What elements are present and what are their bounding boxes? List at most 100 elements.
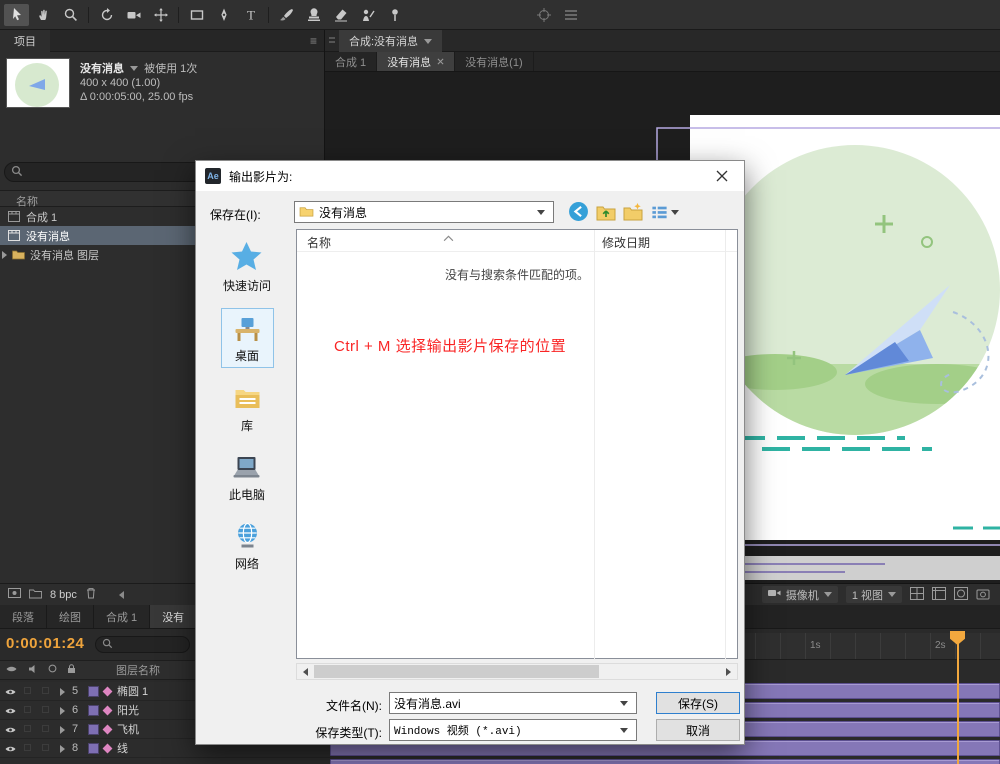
bit-depth-button[interactable]: 8 bpc	[50, 589, 77, 601]
tab-comp1-timeline[interactable]: 合成 1	[94, 605, 150, 628]
place-this-pc[interactable]: 此电脑	[220, 448, 274, 506]
dialog-title-bar[interactable]: Ae 输出影片为:	[196, 161, 744, 191]
place-libraries[interactable]: 库	[222, 379, 273, 437]
tab-paragraph[interactable]: 段落	[0, 605, 47, 628]
pan-behind-tool-icon[interactable]	[148, 4, 173, 26]
shape-tool-icon[interactable]	[184, 4, 209, 26]
scroll-right-arrow[interactable]	[720, 664, 737, 679]
interpret-footage-icon[interactable]	[8, 587, 21, 602]
layer-name-column[interactable]: 图层名称	[116, 662, 160, 678]
mask-icon[interactable]	[954, 587, 968, 603]
layer-label-chip[interactable]	[88, 705, 99, 716]
layer-duration-bar[interactable]	[330, 759, 1000, 764]
layer-name[interactable]: 飞机	[117, 721, 139, 737]
up-one-level-button[interactable]	[596, 202, 616, 224]
hand-tool-icon[interactable]	[31, 4, 56, 26]
rotation-tool-icon[interactable]	[94, 4, 119, 26]
place-quick-access[interactable]: 快速访问	[214, 237, 280, 297]
brush-tool-icon[interactable]	[274, 4, 299, 26]
audio-icon[interactable]	[28, 664, 38, 677]
view-layout-dropdown[interactable]: 1 视图	[846, 586, 902, 603]
pen-tool-icon[interactable]	[211, 4, 236, 26]
solo-icon[interactable]	[48, 664, 57, 676]
new-folder-button[interactable]	[623, 202, 643, 224]
eye-icon[interactable]	[4, 744, 17, 757]
type-tool-icon[interactable]: T	[238, 4, 263, 26]
roto-brush-tool-icon[interactable]	[355, 4, 380, 26]
lock-icon[interactable]	[67, 664, 76, 677]
cancel-button[interactable]: 取消	[656, 719, 740, 741]
eye-icon[interactable]	[4, 725, 17, 738]
eye-icon[interactable]	[5, 664, 18, 677]
column-name-header[interactable]: 名称	[307, 234, 331, 251]
file-type-dropdown[interactable]: Windows 视频 (*.avi)	[389, 719, 637, 741]
expand-arrow-icon[interactable]	[60, 745, 65, 753]
puppet-pin-tool-icon[interactable]	[382, 4, 407, 26]
timeline-search-input[interactable]	[95, 636, 190, 653]
layer-name[interactable]: 椭圆 1	[117, 683, 148, 699]
place-network[interactable]: 网络	[222, 517, 273, 575]
layer-label-chip[interactable]	[88, 686, 99, 697]
audio-toggle[interactable]	[24, 725, 31, 732]
expand-arrow-icon[interactable]	[60, 707, 65, 715]
lock-toggle[interactable]	[42, 744, 49, 751]
viewer-tab-comp1[interactable]: 合成 1	[325, 52, 377, 71]
file-name-input[interactable]: 没有消息.avi	[389, 692, 637, 714]
menu-icon[interactable]	[558, 4, 583, 26]
lock-toggle[interactable]	[42, 706, 49, 713]
file-list[interactable]: 名称 修改日期 没有与搜索条件匹配的项。	[296, 229, 738, 659]
lock-toggle[interactable]	[42, 687, 49, 694]
horizontal-scrollbar[interactable]	[296, 663, 738, 680]
item-usage[interactable]: 被使用 1次	[144, 63, 197, 75]
clone-stamp-tool-icon[interactable]	[301, 4, 326, 26]
layer-label-chip[interactable]	[88, 724, 99, 735]
dropdown-arrow-button[interactable]	[616, 720, 632, 740]
grid-icon[interactable]	[910, 587, 924, 603]
scroll-left-arrow[interactable]	[297, 664, 314, 679]
expand-arrow-icon[interactable]	[60, 726, 65, 734]
dropdown-arrow-button[interactable]	[616, 693, 632, 713]
chevron-down-icon[interactable]	[130, 66, 138, 71]
dropdown-arrow-button[interactable]	[533, 202, 549, 222]
panel-menu-icon[interactable]: ≡	[310, 34, 318, 48]
viewer-tab-active[interactable]: 没有消息	[377, 52, 455, 71]
eye-icon[interactable]	[4, 706, 17, 719]
tab-active-timeline[interactable]: 没有	[150, 605, 197, 628]
current-time-indicator[interactable]	[957, 633, 959, 764]
expand-arrow-icon[interactable]	[60, 688, 65, 696]
save-in-dropdown[interactable]: 没有消息	[294, 201, 554, 223]
current-timecode[interactable]: 0:00:01:24	[6, 635, 84, 652]
layer-label-chip[interactable]	[88, 743, 99, 754]
crosshair-icon[interactable]	[531, 4, 556, 26]
camera-tool-icon[interactable]	[121, 4, 146, 26]
back-button[interactable]	[568, 201, 589, 225]
layer-row-partial[interactable]	[0, 758, 330, 764]
close-icon[interactable]	[437, 56, 444, 68]
layer-name[interactable]: 线	[117, 740, 128, 756]
audio-toggle[interactable]	[24, 744, 31, 751]
panel-drag-dots-icon[interactable]	[329, 37, 335, 45]
views-menu-button[interactable]	[651, 204, 679, 220]
scrollbar-thumb[interactable]	[314, 665, 599, 678]
lock-toggle[interactable]	[42, 725, 49, 732]
tab-paint[interactable]: 绘图	[47, 605, 94, 628]
tab-project[interactable]: 项目	[0, 30, 50, 52]
column-date-header[interactable]: 修改日期	[602, 234, 650, 251]
viewer-group-tab[interactable]: 合成:没有消息	[339, 30, 442, 52]
trash-icon[interactable]	[85, 587, 97, 602]
camera-dropdown[interactable]: 摄像机	[762, 586, 838, 603]
save-button[interactable]: 保存(S)	[656, 692, 740, 714]
guides-icon[interactable]	[932, 587, 946, 603]
close-button[interactable]	[699, 161, 744, 191]
eraser-tool-icon[interactable]	[328, 4, 353, 26]
audio-toggle[interactable]	[24, 687, 31, 694]
layer-name[interactable]: 阳光	[117, 702, 139, 718]
expand-arrow-icon[interactable]	[2, 251, 7, 259]
viewer-tab-comp-copy[interactable]: 没有消息(1)	[455, 52, 533, 71]
scroll-left-icon[interactable]	[119, 591, 124, 599]
eye-icon[interactable]	[4, 687, 17, 700]
audio-toggle[interactable]	[24, 706, 31, 713]
new-folder-icon[interactable]	[29, 588, 42, 602]
selection-tool-icon[interactable]	[4, 4, 29, 26]
zoom-tool-icon[interactable]	[58, 4, 83, 26]
